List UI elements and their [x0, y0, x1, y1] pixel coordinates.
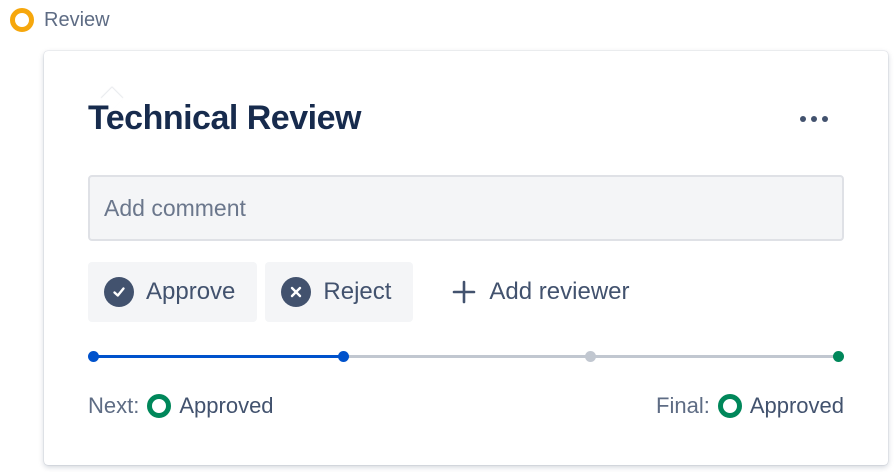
- progress-step-final: [833, 351, 844, 362]
- final-status-value: Approved: [749, 393, 844, 418]
- next-status-value: Approved: [179, 393, 274, 418]
- next-status: Next: Approved: [88, 393, 274, 419]
- check-circle-icon: [104, 277, 134, 307]
- comment-input[interactable]: [88, 175, 844, 241]
- reject-button[interactable]: Reject: [265, 262, 414, 322]
- cross-circle-icon: [281, 277, 312, 307]
- approved-status-icon: [147, 394, 172, 418]
- progress-step-2: [338, 351, 349, 362]
- approve-label: Approve: [146, 278, 236, 305]
- reject-label: Reject: [323, 278, 392, 305]
- next-label: Next:: [88, 393, 140, 418]
- status-label: Review: [44, 8, 110, 31]
- status-circle-icon: [10, 8, 34, 32]
- action-row: Approve Reject Add reviewer: [88, 262, 651, 322]
- approve-button[interactable]: Approve: [88, 262, 258, 322]
- progress-segment-complete: [93, 355, 343, 358]
- approved-status-icon: [717, 394, 742, 418]
- progress-step-3: [585, 351, 596, 362]
- progress-step-1: [88, 351, 99, 362]
- review-progress-track: [88, 349, 844, 365]
- final-status: Final: Approved: [656, 393, 844, 419]
- add-reviewer-label: Add reviewer: [489, 278, 630, 305]
- more-dot: [822, 116, 828, 122]
- more-horizontal-icon: [800, 116, 806, 122]
- more-dot: [811, 116, 817, 122]
- add-reviewer-button[interactable]: Add reviewer: [421, 262, 651, 322]
- plus-icon: [451, 279, 477, 305]
- status-lozenge-review[interactable]: Review: [10, 8, 110, 32]
- card-title: Technical Review: [88, 99, 361, 137]
- final-label: Final:: [656, 393, 710, 418]
- more-options-button[interactable]: [792, 105, 836, 133]
- review-popup-card: Technical Review Approve Reject Add revi…: [44, 51, 888, 465]
